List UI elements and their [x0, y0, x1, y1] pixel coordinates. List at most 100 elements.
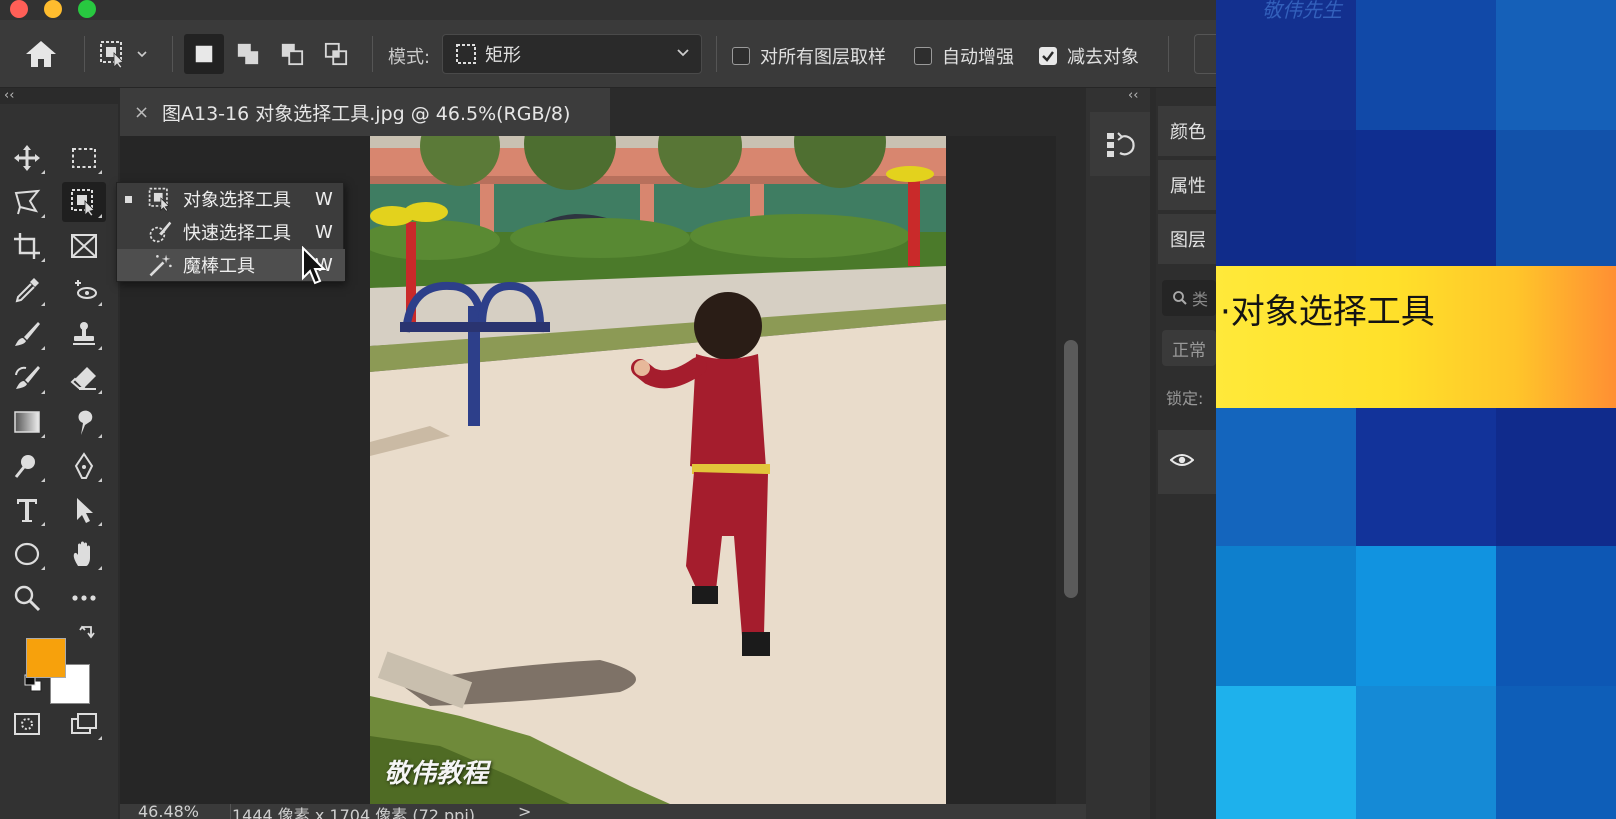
document-tab[interactable]: × 图A13-16 对象选择工具.jpg @ 46.5%(RGB/8): [120, 88, 610, 136]
checkbox-box: [914, 47, 932, 65]
healing-brush-tool[interactable]: [62, 270, 106, 310]
new-selection-button[interactable]: [184, 34, 224, 74]
clone-stamp-tool[interactable]: [62, 314, 106, 354]
zoom-level[interactable]: 46.48%: [138, 804, 199, 819]
tool-preset-picker[interactable]: [98, 38, 158, 70]
hand-icon: [73, 541, 90, 566]
flyout-item-label: 对象选择工具: [183, 190, 291, 211]
dodge-tool[interactable]: [5, 446, 49, 486]
swap-colors-button[interactable]: [72, 620, 102, 646]
subtract-object-checkbox[interactable]: 减去对象: [1039, 43, 1139, 69]
panel-dock-strip: [1086, 88, 1150, 819]
smudge-icon: [78, 410, 93, 435]
object-selection-icon: [100, 41, 124, 69]
separator: [84, 36, 85, 72]
frame-icon: [71, 234, 97, 258]
lock-label: 锁定:: [1166, 389, 1204, 408]
type-tool[interactable]: [5, 490, 49, 530]
lasso-tool[interactable]: [5, 182, 49, 222]
close-window-button[interactable]: [10, 0, 28, 18]
eraser-icon: [70, 367, 96, 390]
object-selection-tool[interactable]: [62, 182, 106, 222]
rectangular-marquee-icon: [72, 148, 96, 168]
document-photo[interactable]: 敬伟教程: [370, 136, 946, 804]
gradient-tool[interactable]: [5, 402, 49, 442]
pen-tool[interactable]: [62, 446, 106, 486]
shape-tool[interactable]: [5, 534, 49, 574]
eyedropper-tool[interactable]: [5, 270, 49, 310]
brush-tool[interactable]: [5, 314, 49, 354]
panel-tab-color[interactable]: 颜色: [1158, 106, 1216, 156]
minimize-window-button[interactable]: [44, 0, 62, 18]
crop-tool[interactable]: [5, 226, 49, 266]
mouse-cursor-icon: [302, 246, 326, 285]
zoom-tool[interactable]: [5, 578, 49, 618]
magic-wand-icon: [149, 254, 172, 277]
type-icon: [17, 499, 37, 522]
sample-all-layers-checkbox[interactable]: 对所有图层取样: [732, 43, 886, 69]
quick-mask-button[interactable]: [5, 704, 49, 744]
tools-panel: [0, 104, 118, 819]
move-icon: [14, 145, 40, 171]
subtract-from-selection-icon: [281, 43, 304, 66]
add-to-selection-icon: [237, 43, 259, 65]
new-selection-icon: [195, 45, 213, 63]
eyedropper-icon: [15, 278, 39, 303]
pen-icon: [74, 452, 94, 479]
intersect-with-selection-button[interactable]: [316, 34, 356, 74]
panels-collapse-icon[interactable]: ‹‹: [1128, 88, 1138, 103]
separator: [372, 36, 373, 72]
eye-visibility-icon[interactable]: [1170, 452, 1194, 468]
flyout-item-quick-selection[interactable]: 快速选择工具 W: [117, 216, 345, 248]
separator: [172, 36, 173, 72]
quick-mask-icon: [14, 713, 40, 735]
toolbar-collapse-icon[interactable]: ‹‹: [4, 88, 14, 103]
flyout-item-label: 快速选择工具: [183, 223, 291, 244]
search-icon: [1173, 291, 1187, 305]
quick-selection-icon: [149, 221, 172, 243]
dodge-icon: [14, 455, 35, 478]
foreground-color-swatch-top[interactable]: [26, 638, 66, 678]
move-tool[interactable]: [5, 138, 49, 178]
history-brush-tool[interactable]: [5, 358, 49, 398]
stamp-icon: [73, 322, 95, 345]
checkbox-box: [732, 47, 750, 65]
frame-tool[interactable]: [62, 226, 106, 266]
object-selection-icon: [71, 189, 95, 217]
mode-select[interactable]: 矩形: [442, 34, 702, 74]
eraser-tool[interactable]: [62, 358, 106, 398]
layer-filter-search[interactable]: 类: [1162, 280, 1216, 316]
layer-row[interactable]: [1158, 430, 1216, 494]
status-menu-arrow[interactable]: >: [518, 804, 531, 819]
blend-mode-select[interactable]: 正常: [1162, 330, 1216, 366]
home-icon[interactable]: [22, 38, 60, 70]
subtract-from-selection-button[interactable]: [272, 34, 312, 74]
scrollbar-thumb[interactable]: [1064, 340, 1078, 598]
vertical-scrollbar[interactable]: [1056, 136, 1086, 804]
banner-title: ·对象选择工具: [1220, 292, 1435, 332]
marquee-tool[interactable]: [62, 138, 106, 178]
history-brush-icon: [15, 366, 40, 389]
hand-tool[interactable]: [62, 534, 106, 574]
flyout-item-label: 魔棒工具: [183, 256, 255, 277]
panel-tab-properties[interactable]: 属性: [1158, 160, 1216, 210]
flyout-item-shortcut: W: [315, 221, 333, 243]
path-selection-tool[interactable]: [62, 490, 106, 530]
smudge-tool[interactable]: [62, 402, 106, 442]
flyout-item-object-selection[interactable]: 对象选择工具 W: [117, 183, 345, 215]
history-panel-button[interactable]: [1090, 112, 1150, 176]
add-to-selection-button[interactable]: [228, 34, 268, 74]
chevron-down-icon: [137, 51, 147, 58]
screen-mode-button[interactable]: [62, 704, 106, 744]
polygonal-lasso-icon: [14, 189, 41, 215]
edit-toolbar-button[interactable]: [62, 578, 106, 618]
current-tool-indicator: [125, 195, 132, 203]
zoom-window-button[interactable]: [78, 0, 96, 18]
panel-tab-layers[interactable]: 图层: [1158, 214, 1216, 264]
close-tab-icon[interactable]: ×: [134, 102, 156, 123]
more-dots-icon: [72, 595, 96, 601]
sample-all-layers-label: 对所有图层取样: [760, 47, 886, 68]
options-bar: 模式: 矩形 对所有图层取样 自动增强 减去对象: [0, 20, 1224, 88]
spot-healing-icon: [75, 280, 97, 299]
auto-enhance-checkbox[interactable]: 自动增强: [914, 43, 1014, 69]
